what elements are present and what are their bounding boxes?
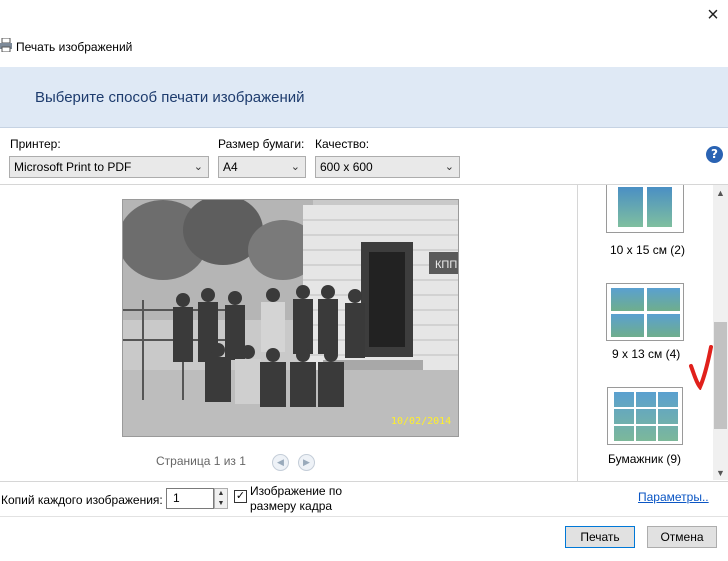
copies-label: Копий каждого изображения: (1, 493, 163, 507)
options-link[interactable]: Параметры.. (638, 490, 709, 504)
fit-to-frame-checkbox[interactable]: ✓ (234, 490, 247, 503)
photo-preview: КПП 10/02/2014 (122, 199, 459, 437)
chevron-down-icon: ⌄ (444, 161, 454, 173)
thumbnail-photo (611, 288, 644, 311)
quality-select-value: 600 x 600 (320, 160, 373, 174)
sign-text: КПП (435, 259, 457, 271)
page-heading: Выберите способ печати изображений (35, 89, 305, 106)
printer-select-value: Microsoft Print to PDF (14, 160, 132, 174)
layout-label: Бумажник (9) (608, 452, 682, 466)
paper-size-select-value: A4 (223, 160, 238, 174)
layout-thumbnail (606, 185, 684, 233)
thumbnail-photo (647, 288, 680, 311)
previous-page-button[interactable]: ◀ (272, 454, 289, 471)
layout-label: 10 x 15 см (2) (610, 243, 685, 257)
quality-label: Качество: (315, 137, 370, 151)
thumbnail-photo (647, 187, 672, 227)
next-page-button[interactable]: ▶ (298, 454, 315, 471)
photo-date-stamp: 10/02/2014 (391, 416, 451, 427)
chevron-down-icon: ⌄ (193, 161, 203, 173)
paper-size-select[interactable]: A4 ⌄ (218, 156, 306, 178)
chevron-down-icon: ⌄ (290, 161, 300, 173)
divider (577, 184, 578, 481)
paper-size-label: Размер бумаги: (218, 137, 305, 151)
arrow-left-icon: ◀ (277, 457, 284, 467)
help-icon[interactable]: ? (706, 146, 723, 163)
scrollbar-thumb[interactable] (714, 322, 727, 429)
fit-to-frame-label[interactable]: Изображение по размеру кадра (250, 484, 360, 514)
layout-option-10x15[interactable] (606, 185, 684, 233)
arrow-right-icon: ▶ (303, 457, 310, 467)
copies-stepper[interactable]: ▲ ▼ (214, 488, 228, 509)
page-indicator: Страница 1 из 1 (156, 454, 246, 468)
printer-select[interactable]: Microsoft Print to PDF ⌄ (9, 156, 209, 178)
thumbnail-photo (618, 187, 643, 227)
layout-label: 9 x 13 см (4) (612, 347, 681, 361)
photo-image: КПП 10/02/2014 (123, 200, 458, 436)
stepper-up-icon[interactable]: ▲ (215, 489, 227, 499)
red-annotation-mark (689, 345, 713, 390)
scroll-up-icon[interactable]: ▲ (713, 188, 728, 198)
thumbnail-photo (647, 314, 680, 337)
printer-icon (0, 38, 12, 52)
layout-option-wallet[interactable] (607, 387, 683, 445)
stepper-down-icon[interactable]: ▼ (215, 499, 227, 508)
scroll-down-icon[interactable]: ▼ (713, 468, 728, 478)
divider (0, 481, 728, 482)
thumbnail-photo (611, 314, 644, 337)
copies-input[interactable]: 1 (166, 488, 214, 509)
printer-label: Принтер: (10, 137, 61, 151)
print-button[interactable]: Печать (565, 526, 635, 548)
divider (0, 516, 728, 517)
layout-option-9x13[interactable] (606, 283, 684, 341)
quality-select[interactable]: 600 x 600 ⌄ (315, 156, 460, 178)
cancel-button[interactable]: Отмена (647, 526, 717, 548)
window-title: Печать изображений (16, 40, 133, 54)
close-button[interactable]: × (700, 2, 726, 28)
thumbnail-photo-grid (614, 392, 678, 441)
